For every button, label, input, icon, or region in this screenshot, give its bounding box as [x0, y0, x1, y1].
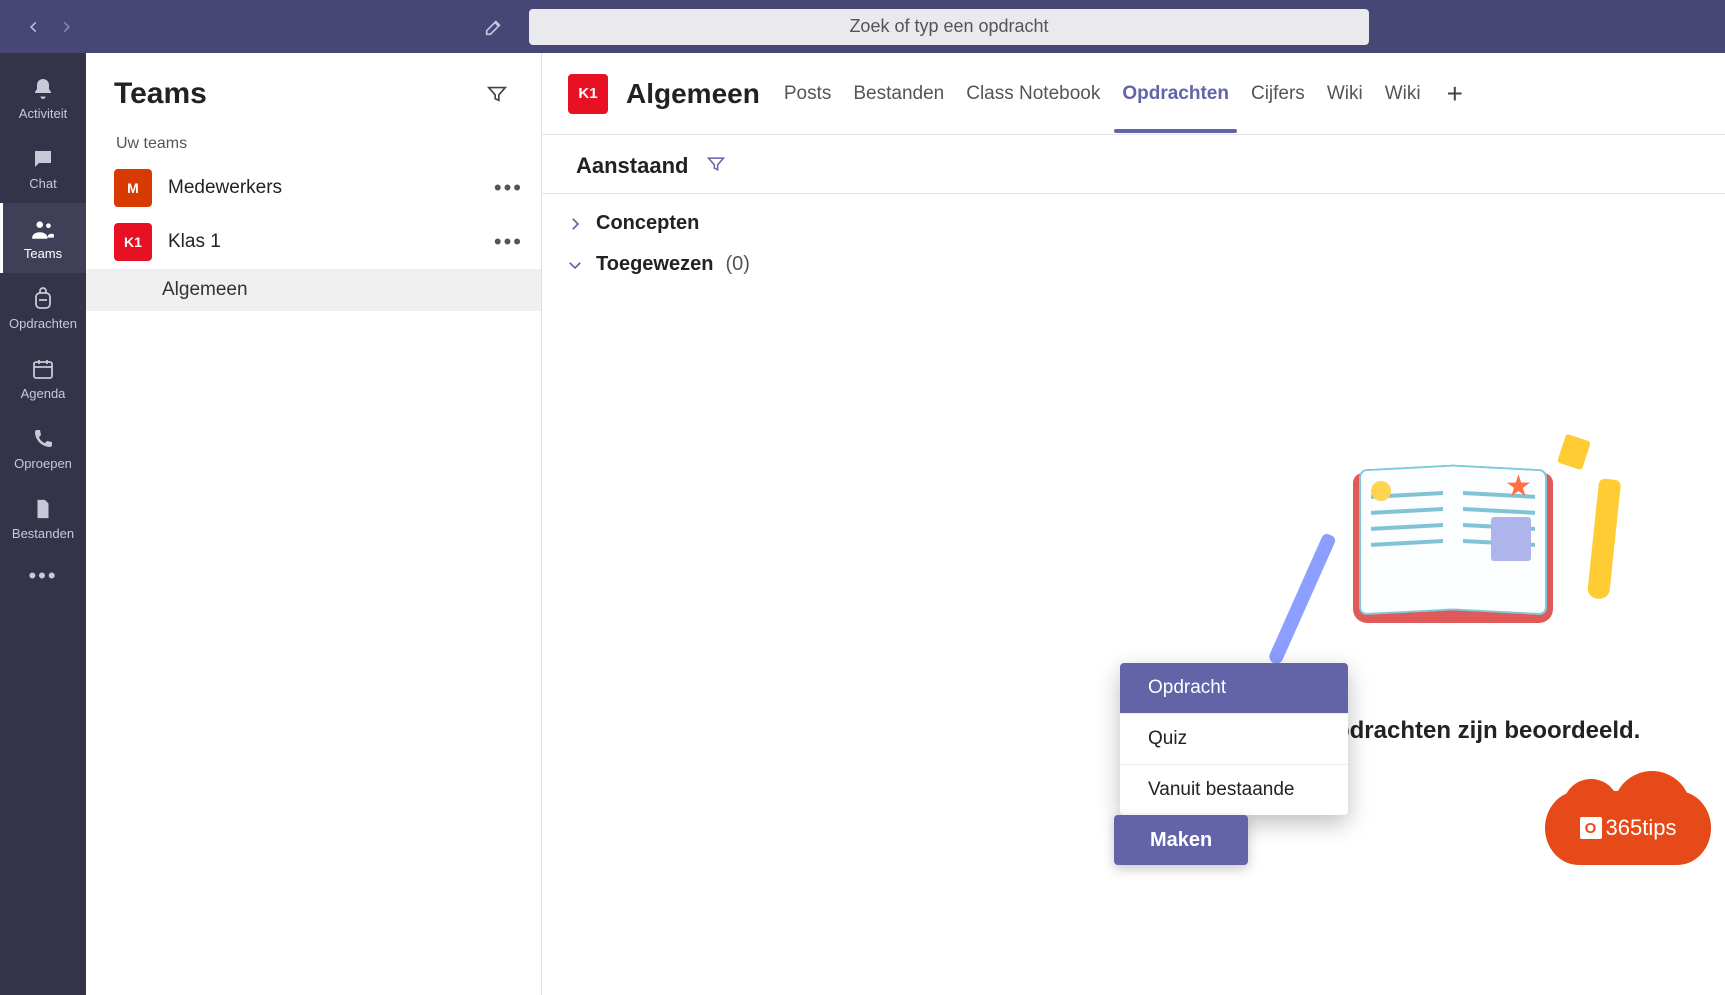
rail-calls-label: Oproepen	[14, 456, 72, 471]
rail-calendar-label: Agenda	[21, 386, 66, 401]
channel-header: K1 Algemeen Posts Bestanden Class Notebo…	[542, 53, 1725, 135]
category-label: Toegewezen	[596, 253, 713, 276]
search-input[interactable]: Zoek of typ een opdracht	[529, 9, 1369, 45]
assignments-toolbar: Aanstaand	[542, 135, 1725, 194]
teams-sidebar: Teams Uw teams M Medewerkers ••• K1 Klas…	[86, 53, 542, 995]
title-bar: Zoek of typ een opdracht	[0, 0, 1725, 53]
team-name-label: Klas 1	[168, 231, 478, 253]
chat-icon	[30, 146, 56, 172]
team-row-klas1[interactable]: K1 Klas 1 •••	[86, 215, 541, 269]
category-count: (0)	[725, 253, 749, 276]
create-option-vanuit-bestaande[interactable]: Vanuit bestaande	[1120, 764, 1348, 815]
backpack-icon	[30, 286, 56, 312]
file-icon	[30, 496, 56, 522]
rail-files-label: Bestanden	[12, 526, 74, 541]
bell-icon	[30, 76, 56, 102]
create-option-quiz[interactable]: Quiz	[1120, 713, 1348, 764]
tab-opdrachten[interactable]: Opdrachten	[1120, 83, 1231, 105]
rail-activity[interactable]: Activiteit	[0, 63, 86, 133]
category-toegewezen[interactable]: Toegewezen (0)	[542, 235, 1725, 276]
rail-teams-label: Teams	[24, 246, 62, 261]
channel-avatar: K1	[568, 74, 608, 114]
tab-class-notebook[interactable]: Class Notebook	[964, 83, 1102, 105]
watermark-text: 365tips	[1606, 815, 1677, 841]
chevron-down-icon	[566, 256, 584, 274]
create-menu: Opdracht Quiz Vanuit bestaande	[1120, 663, 1348, 815]
phone-icon	[30, 426, 56, 452]
filter-icon[interactable]	[483, 80, 511, 108]
assignments-filter-icon[interactable]	[706, 154, 726, 179]
channel-row-algemeen[interactable]: Algemeen	[86, 269, 541, 311]
create-button[interactable]: Maken	[1114, 815, 1248, 865]
tab-bestanden[interactable]: Bestanden	[851, 83, 946, 105]
rail-assignments-label: Opdrachten	[9, 316, 77, 331]
rail-chat[interactable]: Chat	[0, 133, 86, 203]
compose-icon[interactable]	[483, 16, 505, 38]
category-concepten[interactable]: Concepten	[542, 194, 1725, 235]
teams-header-title: Teams	[114, 77, 207, 111]
team-row-medewerkers[interactable]: M Medewerkers •••	[86, 161, 541, 215]
tab-cijfers[interactable]: Cijfers	[1249, 83, 1307, 105]
watermark-logo: O 365tips	[1545, 791, 1711, 865]
calendar-icon	[30, 356, 56, 382]
chevron-right-icon	[566, 215, 584, 233]
category-label: Concepten	[596, 212, 699, 235]
teams-icon	[30, 216, 56, 242]
channel-name-label: Algemeen	[162, 279, 248, 300]
nav-back-button[interactable]	[20, 13, 48, 41]
rail-activity-label: Activiteit	[19, 106, 67, 121]
create-option-opdracht[interactable]: Opdracht	[1120, 663, 1348, 713]
rail-chat-label: Chat	[29, 176, 56, 191]
team-more-button[interactable]: •••	[494, 175, 523, 201]
team-avatar: K1	[114, 223, 152, 261]
rail-calls[interactable]: Oproepen	[0, 413, 86, 483]
office-icon: O	[1580, 817, 1602, 839]
assignments-toolbar-label: Aanstaand	[576, 153, 688, 179]
team-more-button[interactable]: •••	[494, 229, 523, 255]
add-tab-button[interactable]: +	[1447, 78, 1463, 110]
rail-assignments[interactable]: Opdrachten	[0, 273, 86, 343]
create-button-label: Maken	[1150, 829, 1212, 852]
team-name-label: Medewerkers	[168, 177, 478, 199]
app-rail: Activiteit Chat Teams Opdrachten Agenda …	[0, 53, 86, 995]
main-pane: K1 Algemeen Posts Bestanden Class Notebo…	[542, 53, 1725, 995]
rail-more-button[interactable]: •••	[28, 563, 57, 589]
rail-calendar[interactable]: Agenda	[0, 343, 86, 413]
search-placeholder: Zoek of typ een opdracht	[849, 16, 1048, 37]
channel-title: Algemeen	[626, 78, 760, 110]
tab-wiki-2[interactable]: Wiki	[1383, 83, 1423, 105]
nav-forward-button[interactable]	[52, 13, 80, 41]
rail-teams[interactable]: Teams	[0, 203, 86, 273]
your-teams-label: Uw teams	[86, 121, 541, 161]
team-avatar: M	[114, 169, 152, 207]
rail-files[interactable]: Bestanden	[0, 483, 86, 553]
tab-posts[interactable]: Posts	[782, 83, 834, 105]
open-book-illustration: ★	[1295, 433, 1615, 653]
tab-wiki-1[interactable]: Wiki	[1325, 83, 1365, 105]
